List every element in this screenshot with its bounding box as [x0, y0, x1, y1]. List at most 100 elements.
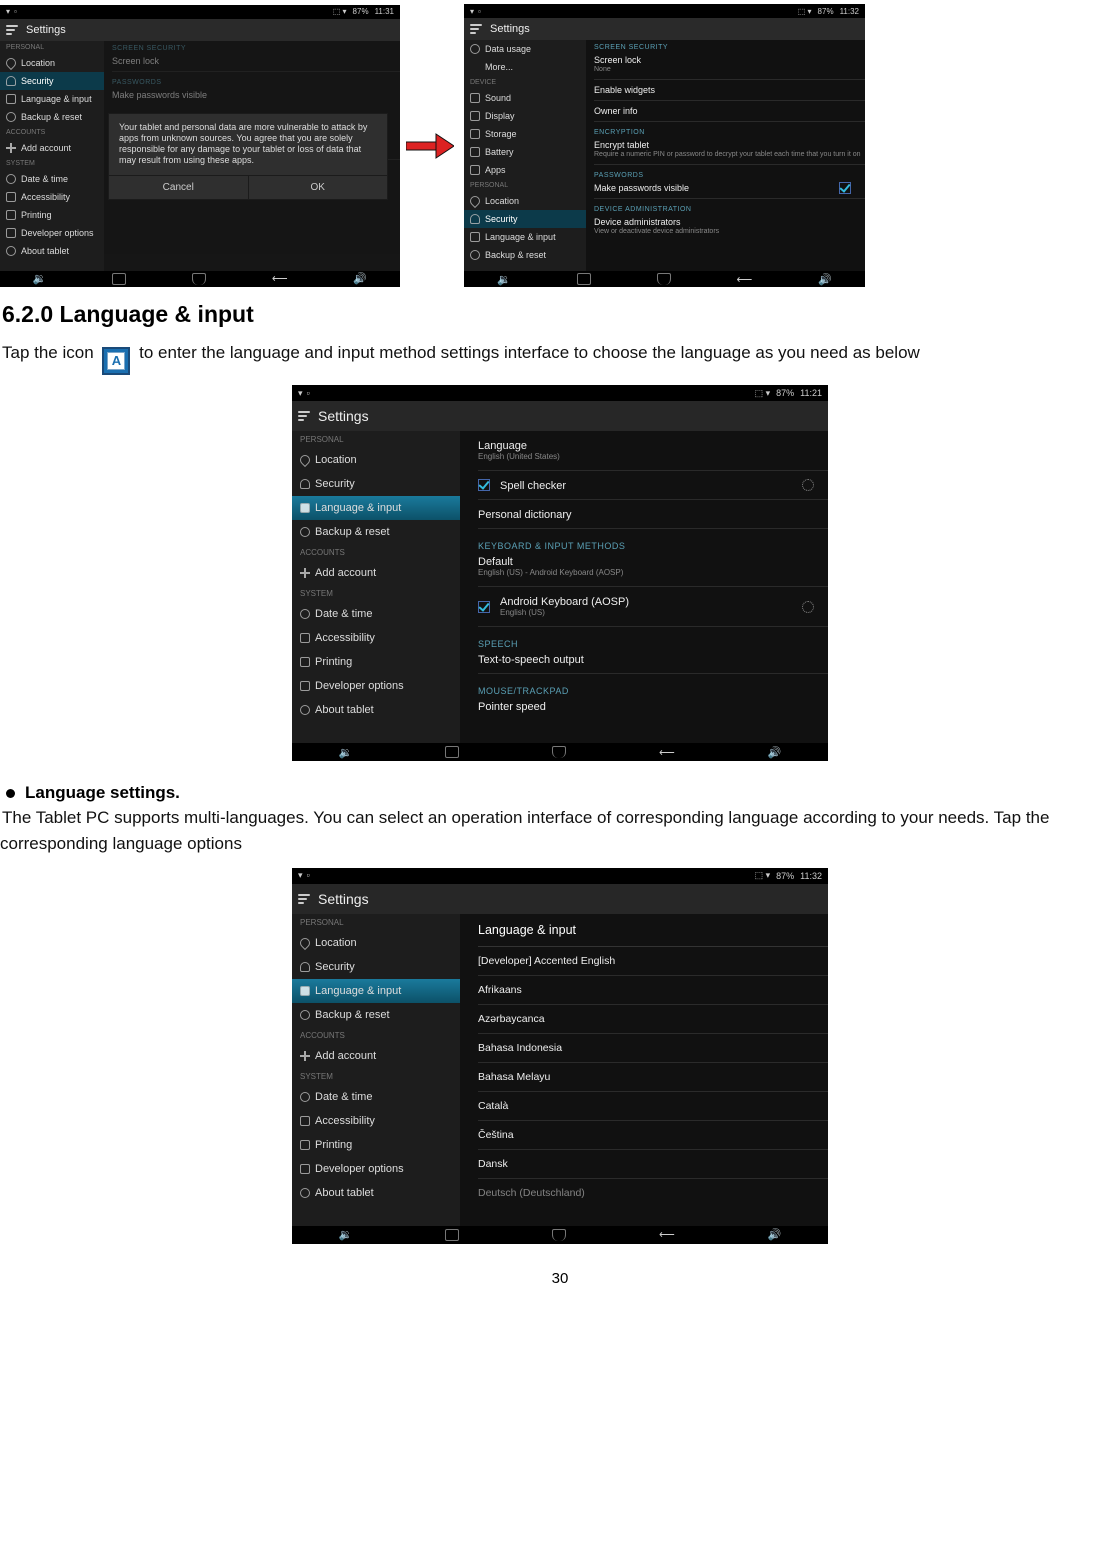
option-make-passwords-visible[interactable]: Make passwords visible	[594, 181, 689, 195]
sidebar-item-language[interactable]: Language & input	[0, 90, 104, 108]
sidebar-item-add-account[interactable]: Add account	[0, 139, 104, 157]
sidebar-item-about[interactable]: About tablet	[292, 698, 460, 722]
battery-percent: 87%	[776, 388, 794, 398]
sidebar-item-accessibility[interactable]: Accessibility	[292, 1109, 460, 1133]
sidebar-header-accounts: ACCOUNTS	[0, 126, 104, 139]
sidebar-item-storage[interactable]: Storage	[464, 125, 586, 143]
bullet-heading: Language settings.	[6, 783, 1120, 803]
language-option[interactable]: Azərbaycanca	[478, 1005, 828, 1034]
arrow-right	[404, 132, 456, 160]
option-android-keyboard-sub: English (US)	[500, 608, 629, 620]
dialog-cancel-button[interactable]: Cancel	[109, 176, 249, 199]
language-option[interactable]: Dansk	[478, 1150, 828, 1179]
category-passwords: PASSWORDS	[594, 168, 865, 181]
sidebar-item-printing[interactable]: Printing	[292, 650, 460, 674]
checkbox-checked-icon[interactable]	[478, 479, 490, 491]
option-personal-dictionary[interactable]: Personal dictionary	[478, 506, 828, 522]
option-default[interactable]: Default	[478, 553, 828, 569]
sidebar-item-datetime[interactable]: Date & time	[0, 170, 104, 188]
sidebar-item-datetime[interactable]: Date & time	[292, 602, 460, 626]
sidebar-item-security[interactable]: Security	[292, 955, 460, 979]
screenshot-language-list: ▾▫ ⬚ ▾ 87% 11:32 Settings PERSONAL Locat…	[292, 868, 828, 1244]
option-language[interactable]: Language	[478, 437, 828, 453]
settings-icon	[298, 892, 312, 906]
page-number: 30	[0, 1270, 1120, 1287]
option-enable-widgets[interactable]: Enable widgets	[594, 83, 865, 97]
settings-titlebar: Settings	[292, 884, 828, 914]
sidebar-item-backup[interactable]: Backup & reset	[292, 1003, 460, 1027]
sidebar-item-backup[interactable]: Backup & reset	[292, 520, 460, 544]
sidebar-item-about[interactable]: About tablet	[0, 242, 104, 260]
option-owner-info[interactable]: Owner info	[594, 104, 865, 118]
sidebar-item-security[interactable]: Security	[292, 472, 460, 496]
sidebar-item-accessibility[interactable]: Accessibility	[292, 626, 460, 650]
option-encrypt-tablet[interactable]: Encrypt tablet	[594, 138, 865, 152]
sidebar-item-backup[interactable]: Backup & reset	[464, 246, 586, 264]
language-option[interactable]: Čeština	[478, 1121, 828, 1150]
section-heading: 6.2.0 Language & input	[2, 301, 1120, 328]
option-device-admin[interactable]: Device administrators	[594, 215, 865, 229]
sidebar-item-datetime[interactable]: Date & time	[292, 1085, 460, 1109]
sidebar-item-more[interactable]: More...	[464, 58, 586, 76]
sidebar-item-apps[interactable]: Apps	[464, 161, 586, 179]
sidebar-item-location[interactable]: Location	[464, 192, 586, 210]
option-pointer-speed[interactable]: Pointer speed	[478, 698, 828, 714]
intro-paragraph: Tap the icon A to enter the language and…	[2, 340, 1118, 375]
option-android-keyboard[interactable]: Android Keyboard (AOSP)	[500, 593, 629, 609]
sidebar-item-printing[interactable]: Printing	[0, 206, 104, 224]
battery-percent: 87%	[776, 871, 794, 881]
battery-percent: 87%	[818, 7, 834, 16]
sidebar-item-backup[interactable]: Backup & reset	[0, 108, 104, 126]
status-time: 11:31	[375, 7, 394, 16]
sidebar-item-location[interactable]: Location	[292, 931, 460, 955]
sidebar-header-accounts: ACCOUNTS	[292, 544, 460, 561]
settings-titlebar: Settings	[0, 19, 400, 41]
sidebar-item-security[interactable]: Security	[464, 210, 586, 228]
option-spell-checker[interactable]: Spell checker	[500, 477, 566, 493]
sidebar-item-add-account[interactable]: Add account	[292, 561, 460, 585]
status-bar: ▾▫ ⬚ ▾ 87% 11:32	[464, 4, 865, 18]
settings-icon	[6, 23, 20, 37]
sidebar-item-accessibility[interactable]: Accessibility	[0, 188, 104, 206]
language-option[interactable]: [Developer] Accented English	[478, 947, 828, 976]
sidebar-item-about[interactable]: About tablet	[292, 1181, 460, 1205]
option-default-sub: English (US) - Android Keyboard (AOSP)	[478, 568, 828, 580]
gear-icon[interactable]	[802, 479, 814, 491]
sidebar-item-add-account[interactable]: Add account	[292, 1044, 460, 1068]
gear-icon[interactable]	[802, 601, 814, 613]
sidebar-item-language[interactable]: Language & input	[292, 979, 460, 1003]
sidebar-item-location[interactable]: Location	[0, 54, 104, 72]
category-screen-security: SCREEN SECURITY	[594, 40, 865, 53]
screenshot-security-dialog: ▾▫ ⬚ ▾ 87% 11:31 Settings PERSONAL Locat…	[0, 5, 400, 287]
language-option[interactable]: Català	[478, 1092, 828, 1121]
sidebar-item-developer[interactable]: Developer options	[292, 1157, 460, 1181]
settings-titlebar: Settings	[464, 18, 865, 40]
language-list: Language & input [Developer] Accented En…	[460, 914, 828, 1226]
sidebar-header-accounts: ACCOUNTS	[292, 1027, 460, 1044]
checkbox-checked-icon[interactable]	[478, 601, 490, 613]
sidebar-item-security[interactable]: Security	[0, 72, 104, 90]
sidebar-item-developer[interactable]: Developer options	[292, 674, 460, 698]
option-tts[interactable]: Text-to-speech output	[478, 651, 828, 667]
language-option[interactable]: Bahasa Melayu	[478, 1063, 828, 1092]
sidebar-item-datausage[interactable]: Data usage	[464, 40, 586, 58]
sidebar-item-language[interactable]: Language & input	[292, 496, 460, 520]
language-option[interactable]: Afrikaans	[478, 976, 828, 1005]
option-screen-lock[interactable]: Screen lock	[594, 53, 865, 67]
sidebar-item-sound[interactable]: Sound	[464, 89, 586, 107]
category-speech: SPEECH	[478, 633, 828, 651]
checkbox-checked-icon[interactable]	[839, 182, 851, 194]
settings-sidebar: Data usage More... DEVICE Sound Display …	[464, 40, 586, 271]
language-option[interactable]: Bahasa Indonesia	[478, 1034, 828, 1063]
bullet-heading-text: Language settings.	[25, 783, 180, 803]
sidebar-item-display[interactable]: Display	[464, 107, 586, 125]
language-option[interactable]: Deutsch (Deutschland)	[478, 1179, 828, 1199]
sidebar-item-location[interactable]: Location	[292, 448, 460, 472]
sidebar-item-language[interactable]: Language & input	[464, 228, 586, 246]
status-time: 11:32	[840, 7, 859, 16]
dialog-ok-button[interactable]: OK	[249, 176, 388, 199]
sidebar-item-battery[interactable]: Battery	[464, 143, 586, 161]
sidebar-item-developer[interactable]: Developer options	[0, 224, 104, 242]
sidebar-item-printing[interactable]: Printing	[292, 1133, 460, 1157]
sidebar-header-system: SYSTEM	[0, 157, 104, 170]
